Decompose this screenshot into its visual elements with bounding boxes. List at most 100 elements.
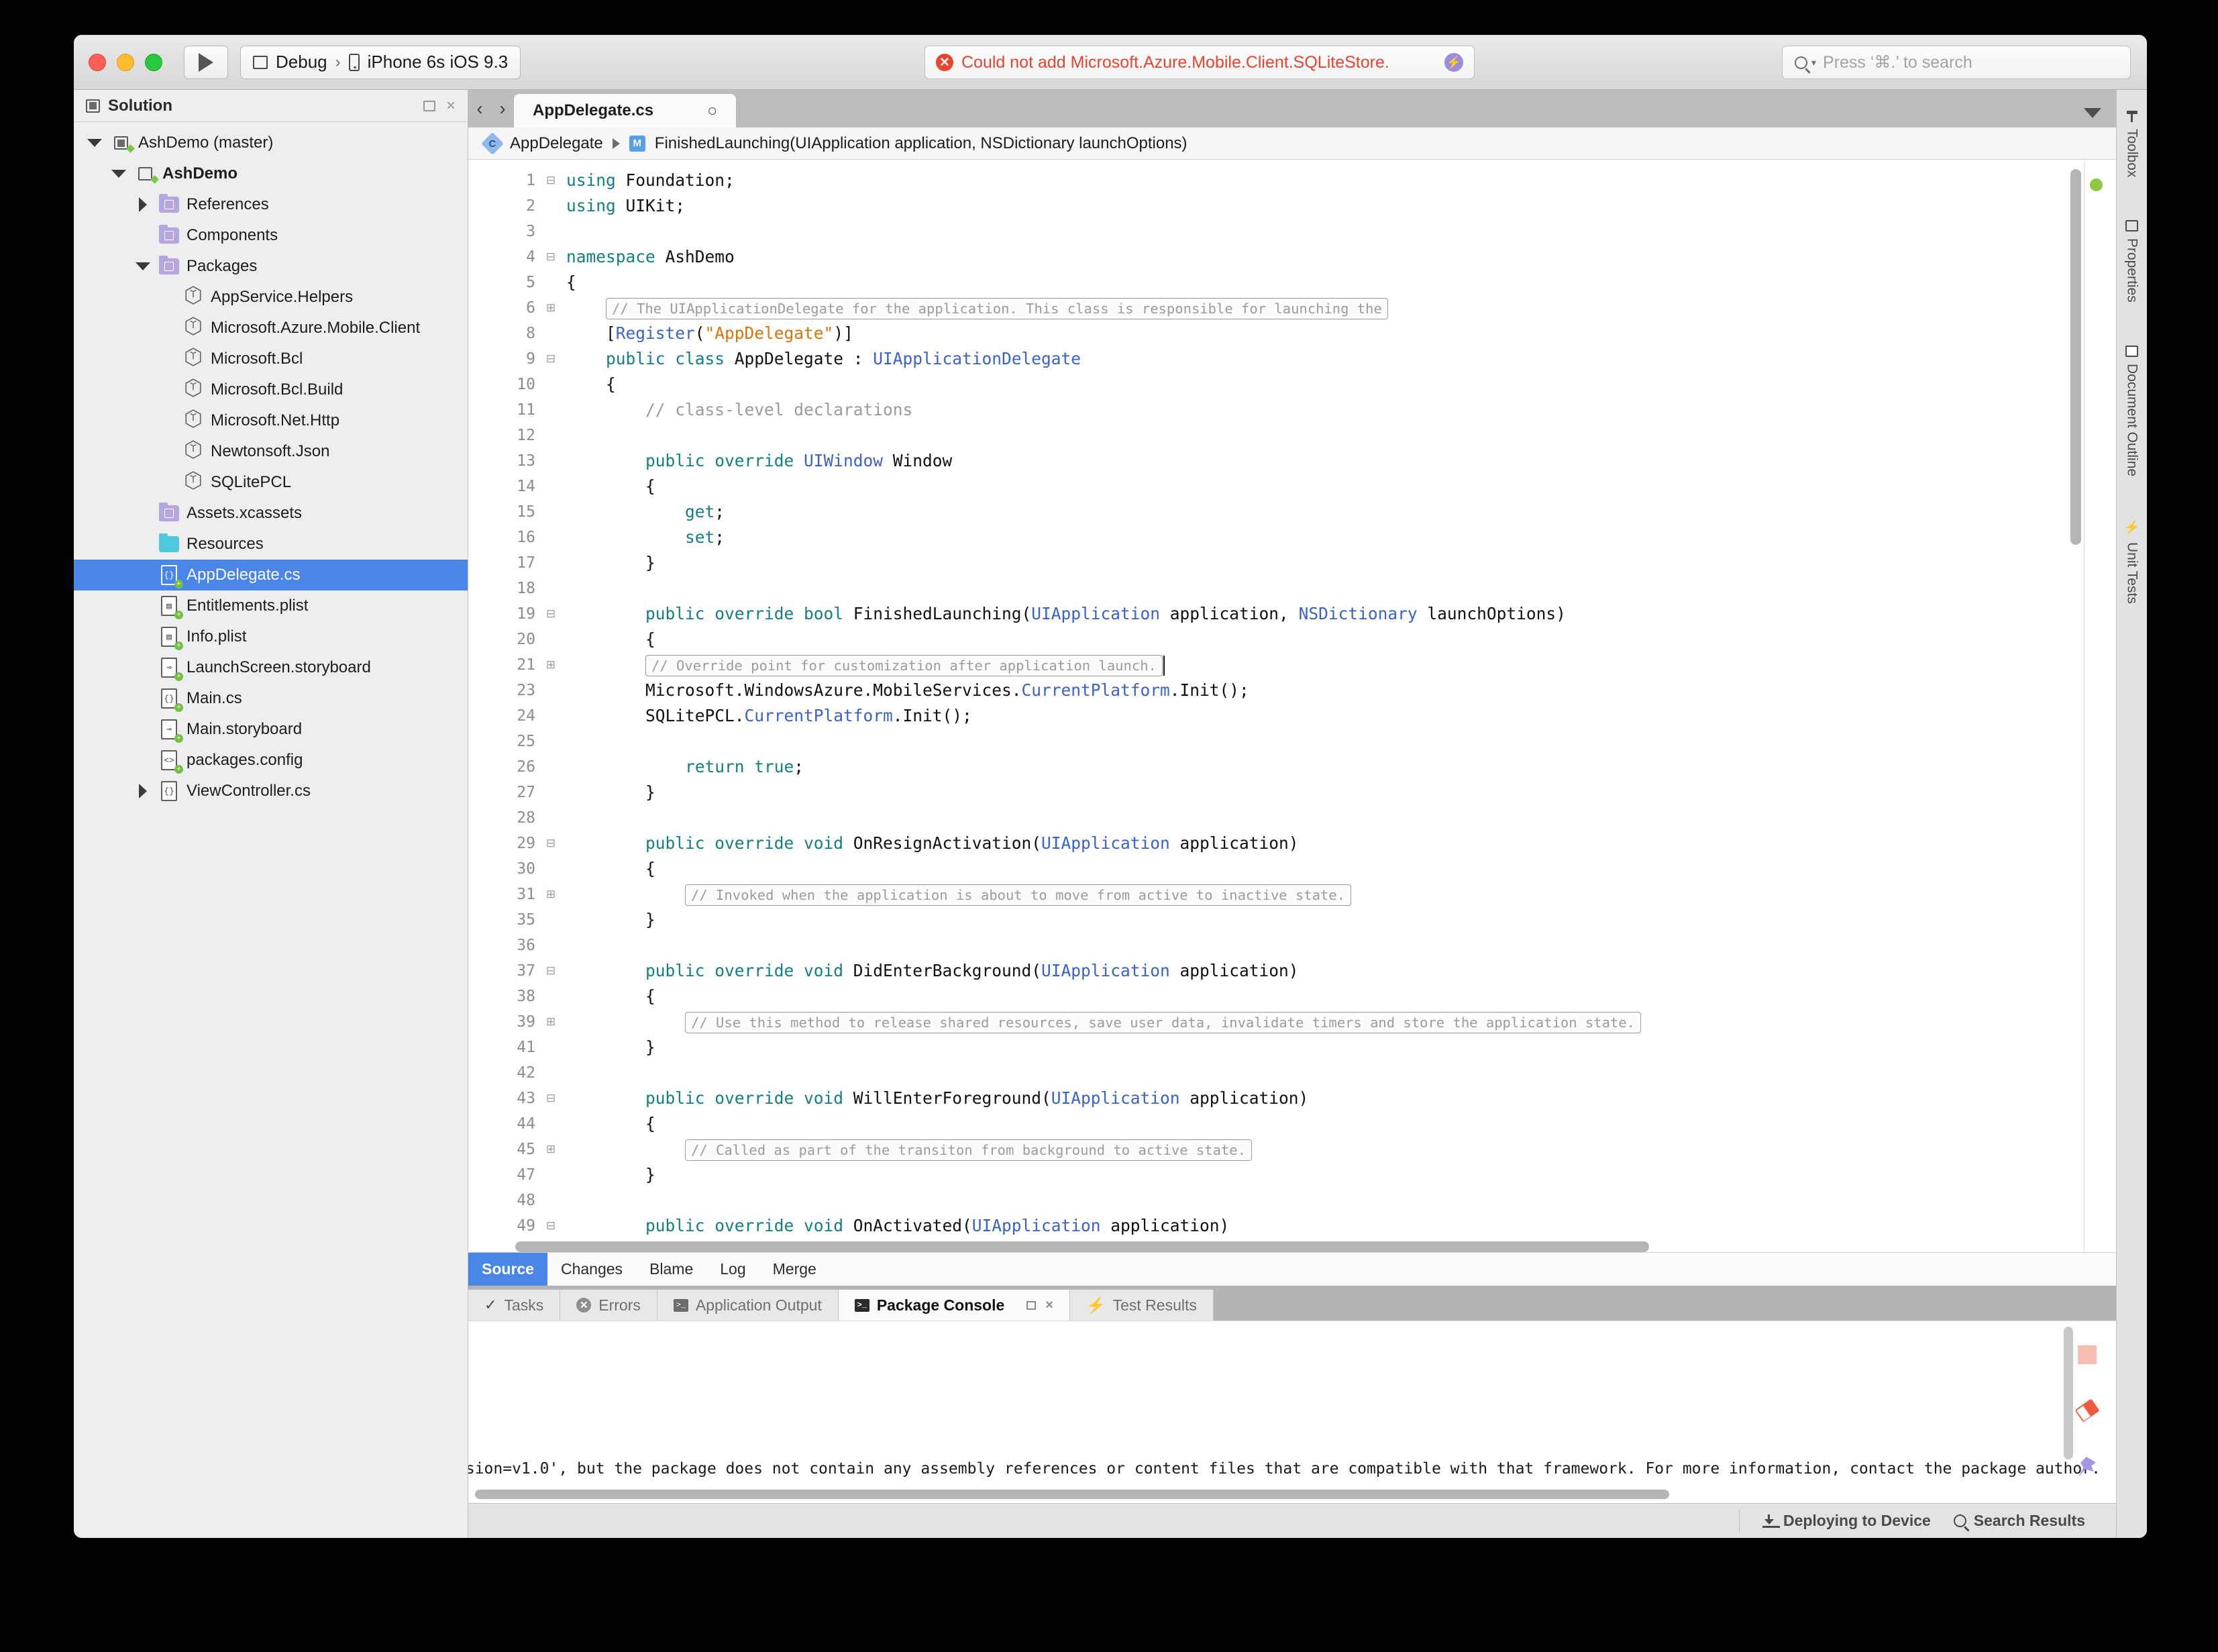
code-editor[interactable]: 1 ⊟ using Foundation; 2 using UIKit; 3 4 ⊟ names… [468, 160, 2116, 1252]
configuration-selector[interactable]: Debug › iPhone 6s iOS 9.3 [240, 45, 521, 79]
minimize-pad-button[interactable] [1026, 1300, 1037, 1310]
collapsed-comment[interactable]: // Invoked when the application is about… [685, 884, 1352, 906]
close-pad-button[interactable]: × [446, 97, 456, 114]
code-text[interactable]: } [560, 1162, 655, 1188]
fold-toggle[interactable]: ⊞ [542, 295, 560, 321]
bolt-icon[interactable]: ⚡ [1444, 53, 1463, 72]
minimize-window-button[interactable] [117, 53, 134, 71]
pad-tab-bar[interactable]: ✓ Tasks ✕ Errors >_ Application Output >_ Packa… [468, 1286, 2116, 1321]
code-text[interactable]: public class AppDelegate : UIApplication… [560, 346, 1081, 372]
pad-tab-errors[interactable]: ✕ Errors [560, 1290, 657, 1321]
code-text[interactable] [560, 423, 566, 448]
fold-toggle[interactable]: ⊞ [542, 1137, 560, 1162]
tree-item[interactable]: Microsoft.Azure.Mobile.Client [74, 313, 468, 344]
tree-item[interactable]: {} ViewController.cs [74, 776, 468, 807]
tree-item[interactable]: AshDemo (master) [74, 127, 468, 158]
pad-tab-test-results[interactable]: ⚡ Test Results [1069, 1290, 1214, 1321]
code-text[interactable]: // Use this method to release shared res… [560, 1009, 1642, 1035]
close-window-button[interactable] [89, 53, 106, 71]
code-text[interactable]: // Invoked when the application is about… [560, 882, 1352, 907]
tree-item[interactable]: ⊸ + Main.storyboard [74, 714, 468, 745]
tree-item[interactable]: SQLitePCL [74, 467, 468, 498]
code-text[interactable] [560, 1188, 566, 1213]
stop-icon[interactable] [2078, 1345, 2097, 1364]
source-tab-source[interactable]: Source [468, 1253, 547, 1286]
fold-toggle[interactable]: ⊟ [542, 958, 560, 984]
code-text[interactable]: public override void OnResignActivation(… [560, 831, 1299, 856]
code-text[interactable]: SQLitePCL.CurrentPlatform.Init(); [560, 703, 972, 729]
code-text[interactable]: } [560, 780, 655, 805]
editor-horizontal-scrollbar[interactable] [468, 1241, 2076, 1252]
collapsed-comment[interactable]: // Override point for customization afte… [645, 655, 1163, 676]
tree-item[interactable]: <> + packages.config [74, 745, 468, 776]
code-text[interactable]: // The UIApplicationDelegate for the app… [560, 295, 1388, 321]
tree-item[interactable]: Assets.xcassets [74, 498, 468, 529]
tree-item[interactable]: {} + Main.cs [74, 683, 468, 714]
fold-toggle[interactable]: ⊟ [542, 168, 560, 193]
nav-forward-button[interactable]: › [491, 90, 514, 127]
tree-item[interactable]: References [74, 189, 468, 220]
tab-modified-icon[interactable]: ○ [707, 101, 717, 121]
tree-item[interactable]: ▤ + Info.plist [74, 621, 468, 652]
tree-item[interactable]: Microsoft.Bcl.Build [74, 374, 468, 405]
search-results-button[interactable]: Search Results [1953, 1512, 2085, 1530]
sidebar-tab-properties[interactable]: Properties [2124, 220, 2140, 303]
collapsed-comment[interactable]: // Use this method to release shared res… [685, 1012, 1642, 1033]
code-text[interactable]: public override void WillEnterForeground… [560, 1086, 1308, 1111]
collapsed-comment[interactable]: // Called as part of the transiton from … [685, 1139, 1252, 1161]
twisty-open-icon[interactable] [134, 262, 152, 270]
code-text[interactable] [560, 805, 566, 831]
code-text[interactable]: { [560, 856, 655, 882]
tree-item[interactable]: ⊸ + LaunchScreen.storyboard [74, 652, 468, 683]
code-text[interactable]: } [560, 1035, 655, 1060]
code-text[interactable]: { [560, 627, 655, 652]
code-text[interactable]: using UIKit; [560, 193, 685, 219]
fold-toggle[interactable]: ⊟ [542, 601, 560, 627]
code-text[interactable]: Microsoft.WindowsAzure.MobileServices.Cu… [560, 678, 1249, 703]
pad-tab-application-output[interactable]: >_ Application Output [657, 1290, 839, 1321]
tree-item[interactable]: Microsoft.Bcl [74, 344, 468, 374]
code-text[interactable] [560, 219, 566, 244]
pin-icon[interactable] [2078, 1457, 2096, 1477]
code-text[interactable] [560, 576, 566, 601]
code-text[interactable]: namespace AshDemo [560, 244, 735, 270]
breadcrumb-method[interactable]: FinishedLaunching(UIApplication applicat… [655, 134, 1187, 153]
code-text[interactable]: public override void OnActivated(UIAppli… [560, 1213, 1229, 1239]
maximize-window-button[interactable] [145, 53, 162, 71]
code-text[interactable]: public override void DidEnterBackground(… [560, 958, 1299, 984]
code-text[interactable]: return true; [560, 754, 804, 780]
code-text[interactable]: public override bool FinishedLaunching(U… [560, 601, 1566, 627]
sidebar-tab-toolbox[interactable]: Toolbox [2124, 110, 2140, 177]
code-text[interactable] [560, 933, 566, 958]
source-tab-merge[interactable]: Merge [759, 1253, 830, 1286]
code-text[interactable]: { [560, 474, 655, 499]
twisty-open-icon[interactable] [86, 139, 103, 147]
fold-toggle[interactable]: ⊟ [542, 346, 560, 372]
code-text[interactable]: { [560, 1111, 655, 1137]
pad-tab-tasks[interactable]: ✓ Tasks [468, 1290, 561, 1321]
tree-item[interactable]: Components [74, 220, 468, 251]
solution-tree[interactable]: AshDemo (master) AshDemo References Compone… [74, 122, 468, 1538]
tab-appdelegate-cs[interactable]: AppDelegate.cs ○ [514, 94, 737, 127]
fold-toggle[interactable]: ⊟ [542, 244, 560, 270]
code-text[interactable]: // Called as part of the transiton from … [560, 1137, 1252, 1162]
tree-item[interactable]: Microsoft.Net.Http [74, 405, 468, 436]
package-console[interactable]: rsion=v1.0', but the package does not co… [468, 1321, 2116, 1503]
status-error-bar[interactable]: ✕ Could not add Microsoft.Azure.Mobile.C… [925, 46, 1475, 79]
chevron-down-icon[interactable] [2084, 108, 2101, 118]
twisty-open-icon[interactable] [110, 170, 127, 178]
minimize-pad-button[interactable] [423, 100, 435, 111]
code-text[interactable]: using Foundation; [560, 168, 735, 193]
source-tab-changes[interactable]: Changes [547, 1253, 636, 1286]
close-pad-button[interactable]: × [1045, 1298, 1053, 1313]
fold-toggle[interactable]: ⊞ [542, 652, 560, 678]
code-text[interactable]: { [560, 270, 576, 295]
sidebar-tab-unit-tests[interactable]: ⚡ Unit Tests [2124, 519, 2140, 604]
twisty-closed-icon[interactable] [134, 784, 152, 798]
code-text[interactable]: public override UIWindow Window [560, 448, 952, 474]
code-text[interactable]: { [560, 372, 616, 397]
tree-item[interactable]: AppService.Helpers [74, 282, 468, 313]
code-text[interactable]: // Override point for customization afte… [560, 652, 1165, 678]
code-text[interactable] [560, 729, 566, 754]
source-tab-bar[interactable]: Source Changes Blame Log Merge [468, 1252, 2116, 1286]
